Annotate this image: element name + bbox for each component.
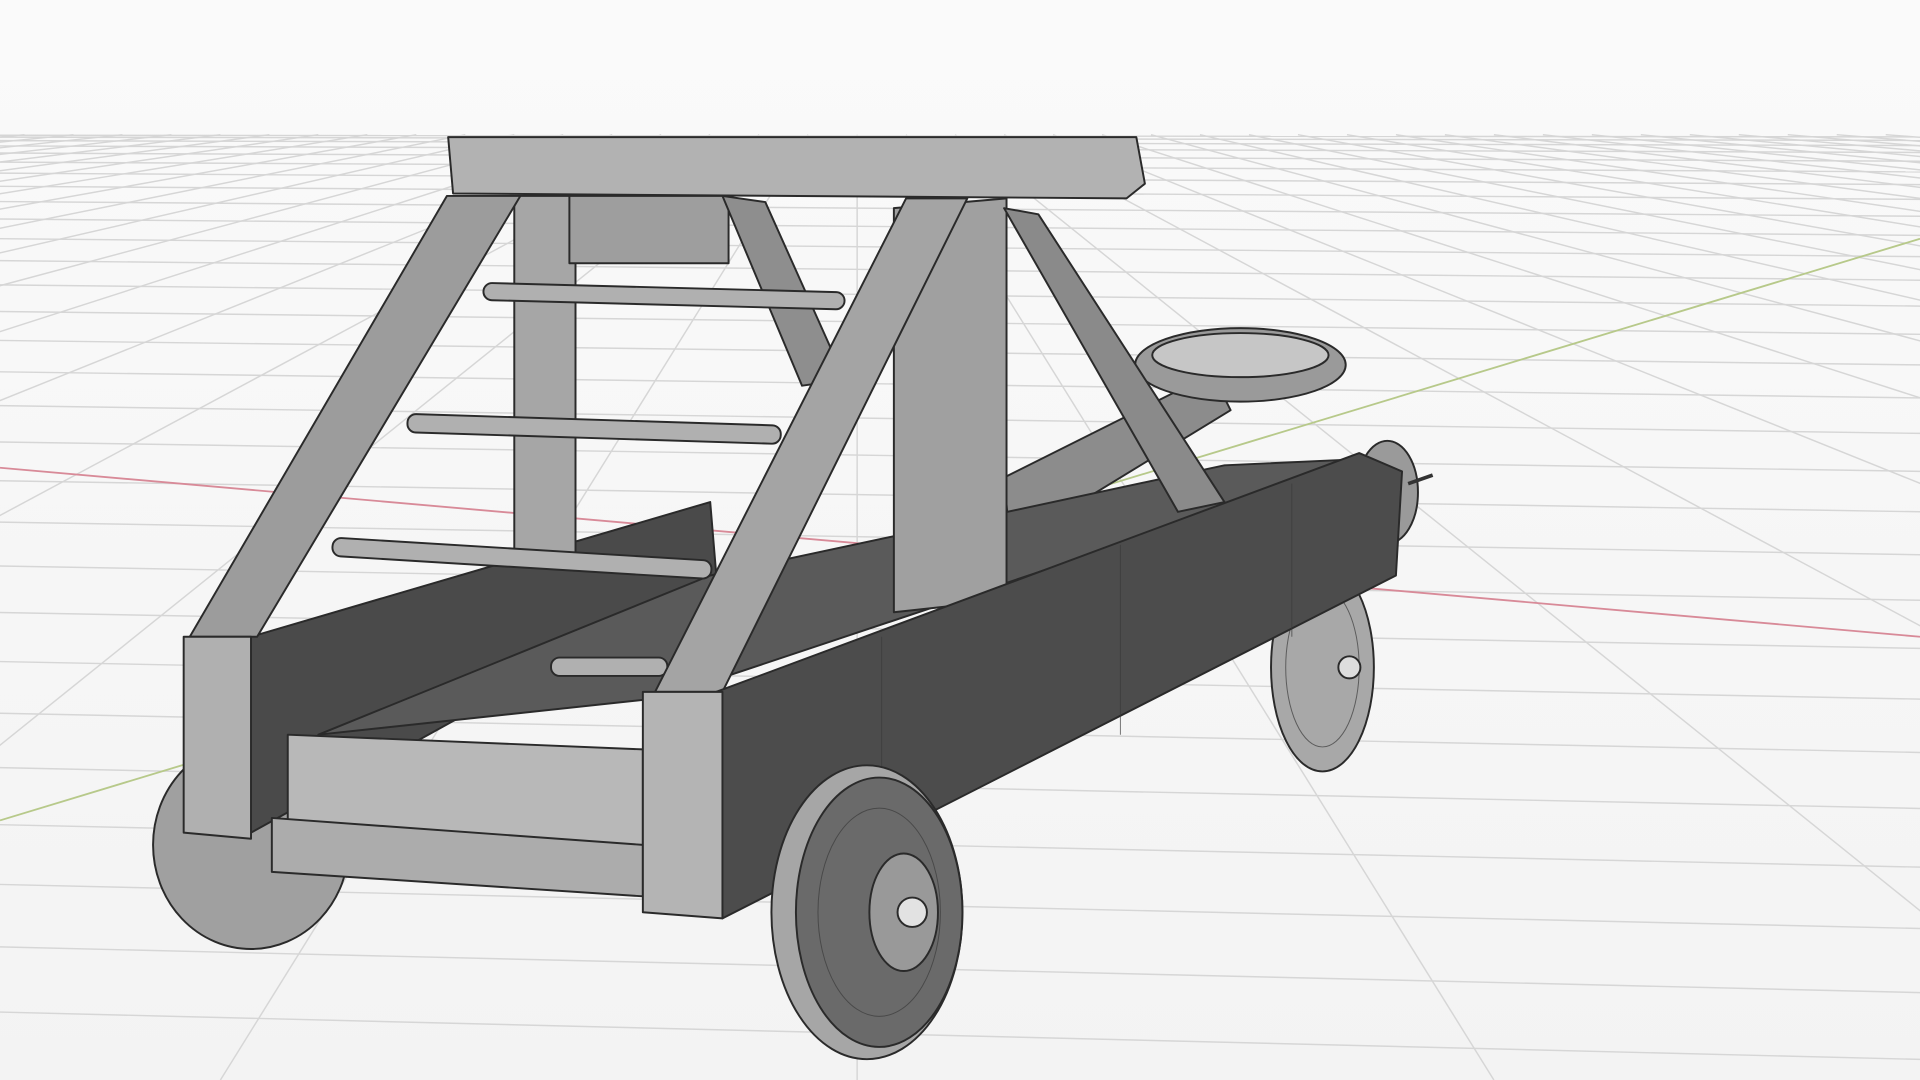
top-block [568, 194, 730, 265]
left-vertical-post [513, 194, 577, 559]
top-beam [447, 136, 1146, 200]
front-right-post [641, 690, 724, 920]
wheel-front-hub [896, 896, 928, 928]
3d-viewport[interactable] [0, 0, 1920, 1080]
front-left-post [182, 635, 253, 840]
wheel-hub [1337, 655, 1362, 680]
